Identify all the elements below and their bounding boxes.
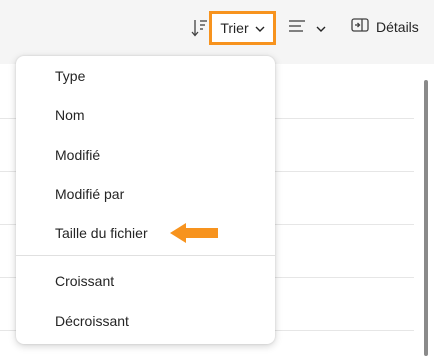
sort-icon[interactable]	[191, 18, 209, 38]
sort-menu-item-modifie-par[interactable]: Modifié par	[16, 177, 275, 211]
menu-item-label: Modifié	[55, 147, 101, 163]
sort-button-label: Trier	[220, 20, 249, 36]
menu-item-label: Croissant	[55, 273, 115, 289]
menu-item-label: Taille du fichier	[55, 225, 148, 241]
details-button[interactable]: Détails	[351, 17, 419, 36]
sort-menu-item-type[interactable]: Type	[16, 59, 275, 93]
chevron-down-icon	[316, 20, 326, 36]
view-options-button[interactable]	[288, 18, 326, 37]
sort-order-ascending[interactable]: Croissant	[16, 264, 275, 298]
details-button-label: Détails	[376, 18, 419, 35]
details-pane-icon	[351, 17, 369, 36]
command-bar: Trier Détails	[0, 0, 434, 58]
sort-menu-item-taille[interactable]: Taille du fichier	[16, 216, 275, 250]
view-options-icon	[288, 18, 306, 37]
menu-item-label: Modifié par	[55, 186, 125, 202]
sort-menu-item-modifie[interactable]: Modifié	[16, 138, 275, 172]
annotation-arrow-icon	[170, 223, 218, 243]
sort-menu: Type Nom Modifié Modifié par Taille du f…	[16, 56, 275, 344]
menu-divider	[16, 255, 275, 256]
menu-item-label: Nom	[55, 107, 85, 123]
chevron-down-icon	[255, 20, 265, 36]
sort-menu-item-nom[interactable]: Nom	[16, 98, 275, 132]
vertical-scrollbar[interactable]	[424, 80, 428, 356]
sort-button[interactable]: Trier	[209, 11, 276, 45]
menu-item-label: Type	[55, 68, 86, 84]
menu-item-label: Décroissant	[55, 313, 129, 329]
sort-order-descending[interactable]: Décroissant	[16, 304, 275, 338]
